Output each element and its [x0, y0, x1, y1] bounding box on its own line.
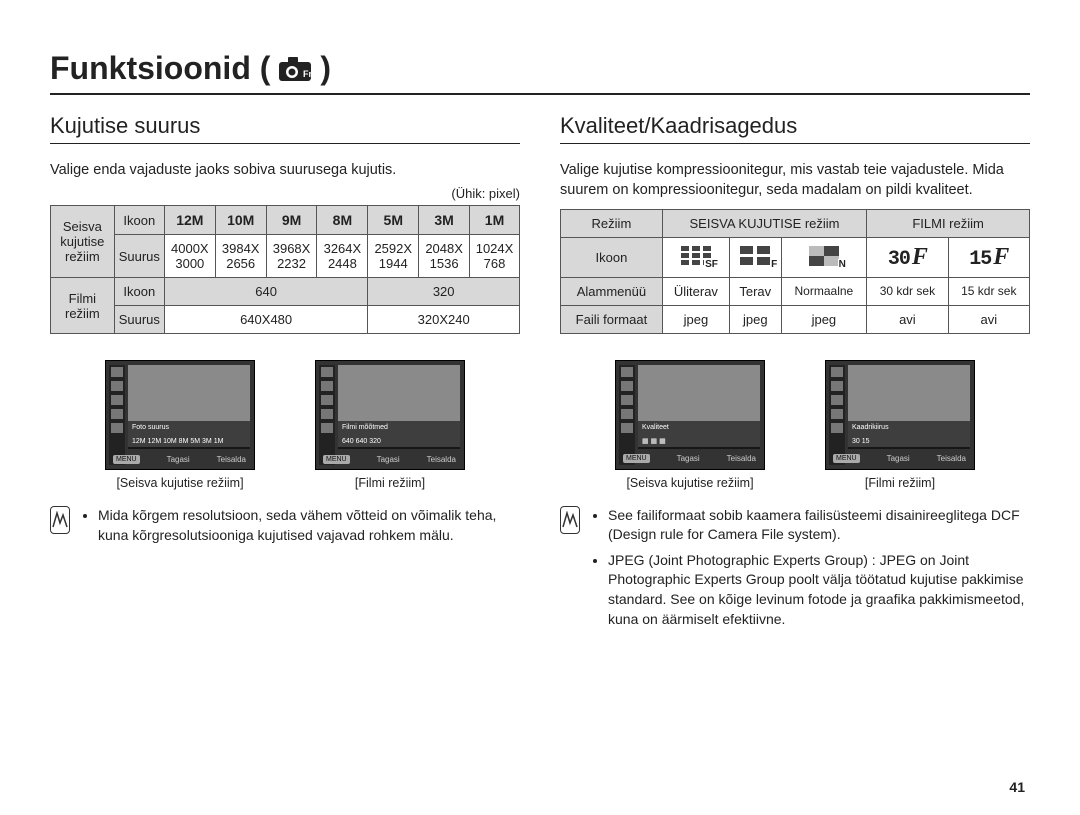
unit-label: (Ühik: pixel): [50, 186, 520, 201]
left-note-item-0: Mida kõrgem resolutsioon, seda vähem võt…: [98, 506, 520, 545]
left-intro: Valige enda vajaduste jaoks sobiva suuru…: [50, 160, 520, 180]
size-icon-3m: 3M: [419, 206, 470, 235]
thumb-quality-still: Kvaliteet ▦ ▦ ▦ MENU Tagasi Teisalda [Se…: [615, 360, 765, 490]
thumb-quality-movie: Kaadrikiirus 30 15 MENU Tagasi Teisalda …: [825, 360, 975, 490]
submenu-2: Normaalne: [781, 277, 867, 305]
right-intro: Valige kujutise kompressioonitegur, mis …: [560, 160, 1030, 201]
format-4: avi: [948, 305, 1029, 333]
size-val-1: 3984X 2656: [215, 235, 266, 278]
format-0: jpeg: [662, 305, 729, 333]
submenu-label: Alammenüü: [561, 277, 663, 305]
left-section-title: Kujutise suurus: [50, 113, 520, 144]
image-size-table: Seisva kujutise režiim Ikoon 12M 10M 9M …: [50, 205, 520, 334]
thumb-movie-caption: [Filmi režiim]: [355, 476, 425, 490]
size-icon-5m: 5M: [368, 206, 419, 235]
size-icon-9m: 9M: [266, 206, 317, 235]
page-title-text: Funktsioonid (: [50, 50, 270, 87]
left-thumbnails: Foto suurus 12M 12M 10M 8M 5M 3M 1M MENU…: [50, 360, 520, 490]
format-2: jpeg: [781, 305, 867, 333]
right-column: Kvaliteet/Kaadrisagedus Valige kujutise …: [560, 113, 1030, 635]
size-val-4: 2592X 1944: [368, 235, 419, 278]
submenu-3: 30 kdr sek: [867, 277, 948, 305]
svg-text:Fn: Fn: [303, 69, 312, 79]
lcd-still: Foto suurus 12M 12M 10M 8M 5M 3M 1M MENU…: [105, 360, 255, 470]
thumb-q-movie-caption: [Filmi režiim]: [865, 476, 935, 490]
right-note: See failiformaat sobib kaamera failisüst…: [560, 506, 1030, 636]
submenu-4: 15 kdr sek: [948, 277, 1029, 305]
size-val-6: 1024X 768: [470, 235, 520, 278]
lcd-quality-movie: Kaadrikiirus 30 15 MENU Tagasi Teisalda: [825, 360, 975, 470]
frame-icon-15: 15F: [948, 237, 1029, 277]
quality-icon-n: N: [781, 237, 867, 277]
page-title: Funktsioonid ( Fn ): [50, 50, 1030, 95]
movie-size-label: Suurus: [114, 306, 164, 334]
format-1: jpeg: [729, 305, 781, 333]
right-note-item-1: JPEG (Joint Photographic Experts Group) …: [608, 551, 1030, 629]
size-val-5: 2048X 1536: [419, 235, 470, 278]
thumb-movie: Filmi mõõtmed 640 640 320 MENU Tagasi Te…: [315, 360, 465, 490]
thumb-still-caption: [Seisva kujutise režiim]: [116, 476, 243, 490]
mode-label: Režiim: [561, 209, 663, 237]
movie-size-640: 640X480: [164, 306, 367, 334]
right-note-item-0: See failiformaat sobib kaamera failisüst…: [608, 506, 1030, 545]
submenu-0: Üliterav: [662, 277, 729, 305]
movie-mode-header: FILMI režiim: [867, 209, 1030, 237]
note-icon: [50, 506, 70, 534]
size-icon-12m: 12M: [164, 206, 215, 235]
icon-label: Ikoon: [114, 206, 164, 235]
thumb-still: Foto suurus 12M 12M 10M 8M 5M 3M 1M MENU…: [105, 360, 255, 490]
size-val-3: 3264X 2448: [317, 235, 368, 278]
lcd-movie: Filmi mõõtmed 640 640 320 MENU Tagasi Te…: [315, 360, 465, 470]
lcd-quality-still: Kvaliteet ▦ ▦ ▦ MENU Tagasi Teisalda: [615, 360, 765, 470]
frame-icon-30: 30F: [867, 237, 948, 277]
movie-size-320: 320X240: [368, 306, 520, 334]
format-3: avi: [867, 305, 948, 333]
movie-icon-label: Ikoon: [114, 278, 164, 306]
movie-mode-label: Filmi režiim: [51, 278, 115, 334]
still-mode-label: Seisva kujutise režiim: [51, 206, 115, 278]
size-label: Suurus: [114, 235, 164, 278]
size-icon-8m: 8M: [317, 206, 368, 235]
right-section-title: Kvaliteet/Kaadrisagedus: [560, 113, 1030, 144]
size-val-0: 4000X 3000: [164, 235, 215, 278]
note-icon: [560, 506, 580, 534]
thumb-q-still-caption: [Seisva kujutise režiim]: [626, 476, 753, 490]
movie-icon-640: 640: [164, 278, 367, 306]
page-number: 41: [1009, 779, 1025, 795]
submenu-1: Terav: [729, 277, 781, 305]
camera-fn-icon: Fn: [278, 56, 312, 82]
size-icon-1m: 1M: [470, 206, 520, 235]
movie-icon-320: 320: [368, 278, 520, 306]
quality-table: Režiim SEISVA KUJUTISE režiim FILMI reži…: [560, 209, 1030, 334]
size-val-2: 3968X 2232: [266, 235, 317, 278]
quality-icon-f: F: [729, 237, 781, 277]
page-title-suffix: ): [320, 50, 331, 87]
icon-row-label: Ikoon: [561, 237, 663, 277]
right-thumbnails: Kvaliteet ▦ ▦ ▦ MENU Tagasi Teisalda [Se…: [560, 360, 1030, 490]
still-mode-header: SEISVA KUJUTISE režiim: [662, 209, 866, 237]
left-note: Mida kõrgem resolutsioon, seda vähem võt…: [50, 506, 520, 551]
format-label: Faili formaat: [561, 305, 663, 333]
quality-icon-sf: SF: [662, 237, 729, 277]
size-icon-10m: 10M: [215, 206, 266, 235]
left-column: Kujutise suurus Valige enda vajaduste ja…: [50, 113, 520, 635]
